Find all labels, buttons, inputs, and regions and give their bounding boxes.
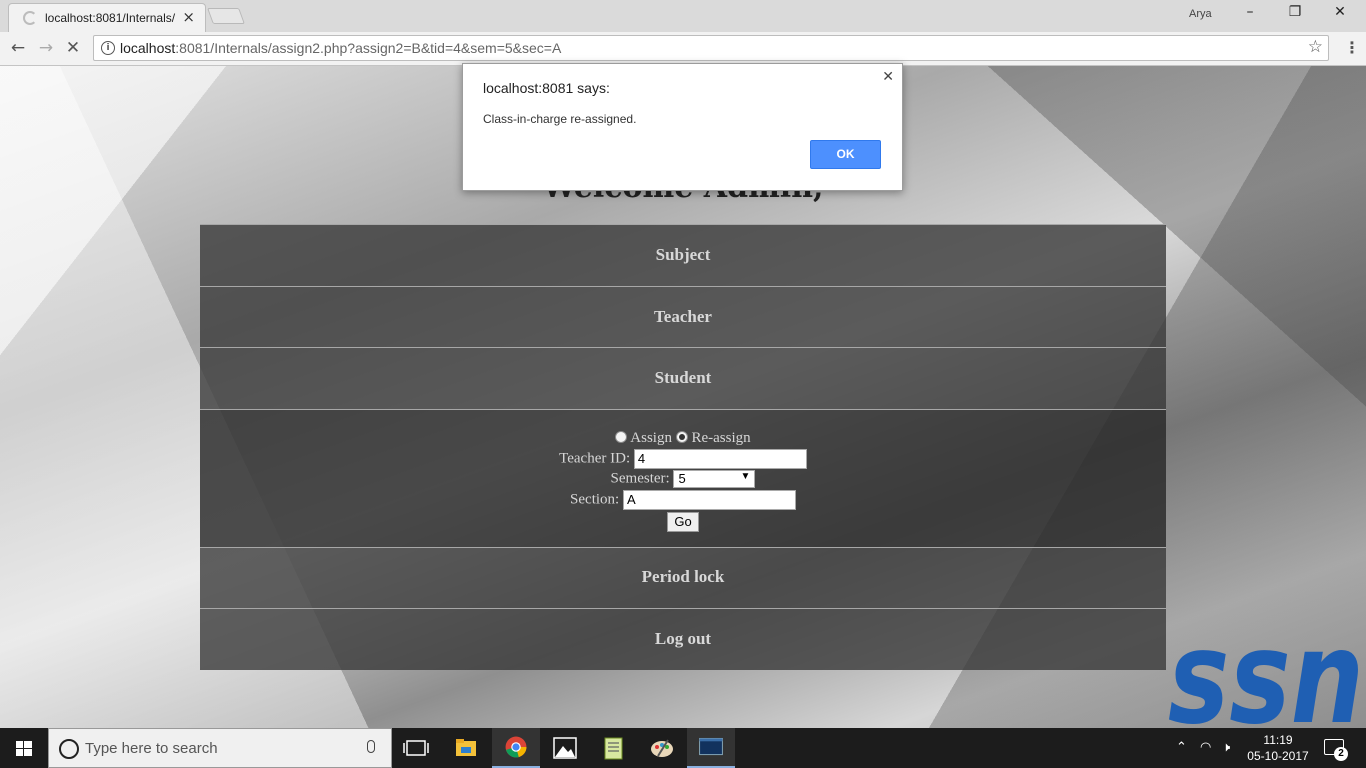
browser-tab[interactable]: localhost:8081/Internals/ × <box>8 3 206 32</box>
section-label: Section: <box>570 491 620 508</box>
teacher-id-row: Teacher ID: 4 <box>200 449 1166 469</box>
photos-icon[interactable] <box>541 728 589 768</box>
semester-select[interactable]: 5 ▼ <box>673 470 756 488</box>
notepad-icon[interactable] <box>590 728 638 768</box>
notification-count-badge: 2 <box>1334 747 1348 761</box>
chevron-up-icon[interactable]: ⌃ <box>1176 740 1187 755</box>
menu-label: Subject <box>655 245 711 264</box>
bookmark-star-icon[interactable]: ☆ <box>1308 37 1323 57</box>
dialog-message: Class-in-charge re-assigned. <box>483 112 637 126</box>
ok-button[interactable]: OK <box>810 140 881 169</box>
tab-title: localhost:8081/Internals/ <box>45 11 176 25</box>
svg-text:ssn: ssn <box>1168 622 1364 728</box>
assign-form-panel: Assign Re-assign Teacher ID: 4 Semester:… <box>200 409 1166 547</box>
clock-date: 05-10-2017 <box>1247 749 1309 763</box>
menu-item-student[interactable]: Student <box>200 347 1166 409</box>
stop-loading-icon[interactable]: ✕ <box>62 38 84 60</box>
file-explorer-icon[interactable] <box>442 728 490 768</box>
teacher-id-input[interactable]: 4 <box>633 449 807 469</box>
menu-item-logout[interactable]: Log out <box>200 608 1166 670</box>
restore-icon[interactable]: ❐ <box>1283 4 1307 26</box>
menu-dots-icon[interactable]: ⋮ <box>1344 38 1360 57</box>
reassign-radio[interactable] <box>675 431 688 443</box>
admin-menu: Subject Teacher Student Assign Re-assign… <box>200 224 1166 670</box>
info-icon[interactable]: i <box>101 41 115 55</box>
system-clock[interactable]: 11:19 05-10-2017 <box>1244 732 1312 764</box>
section-row: Section: A <box>200 490 1166 510</box>
taskbar: Type here to search ⌃ ◠ 🕨 11:19 05-10-20… <box>0 728 1366 768</box>
semester-value: 5 <box>678 471 686 486</box>
menu-item-subject[interactable]: Subject <box>200 224 1166 286</box>
go-row: Go <box>200 512 1166 532</box>
menu-item-teacher[interactable]: Teacher <box>200 286 1166 347</box>
menu-item-period-lock[interactable]: Period lock <box>200 547 1166 608</box>
teacher-id-label: Teacher ID: <box>559 450 631 467</box>
menu-label: Teacher <box>654 307 712 326</box>
windows-start-icon[interactable] <box>0 728 48 768</box>
taskbar-search[interactable]: Type here to search <box>48 728 392 768</box>
volume-icon[interactable]: 🕨 <box>1222 740 1230 755</box>
ssn-logo: ssn <box>1168 622 1364 728</box>
menu-label: Log out <box>654 629 712 648</box>
assign-radio[interactable] <box>615 431 628 443</box>
back-arrow-icon[interactable]: ← <box>7 38 29 60</box>
address-bar[interactable]: i localhost:8081/Internals/assign2.php?a… <box>93 35 1329 61</box>
alert-dialog: localhost:8081 says: ✕ Class-in-charge r… <box>462 63 903 191</box>
forward-arrow-icon[interactable]: → <box>35 38 57 60</box>
profile-name[interactable]: Arya <box>1189 8 1212 20</box>
clock-time: 11:19 <box>1263 733 1293 747</box>
close-window-icon[interactable]: ✕ <box>1328 4 1352 26</box>
paint-icon[interactable] <box>638 728 686 768</box>
close-icon[interactable]: ✕ <box>882 69 894 85</box>
task-view-icon[interactable] <box>392 728 440 768</box>
cortana-icon <box>59 739 79 759</box>
url-path: :8081/Internals/assign2.php?assign2=B&ti… <box>175 40 562 56</box>
dialog-title: localhost:8081 says: <box>483 80 610 96</box>
minimize-icon[interactable]: – <box>1238 4 1262 26</box>
browser-tabstrip: localhost:8081/Internals/ × Arya – ❐ ✕ <box>0 0 1366 32</box>
mode-row: Assign Re-assign <box>200 430 1166 447</box>
url-text[interactable]: localhost:8081/Internals/assign2.php?ass… <box>120 40 561 56</box>
menu-label: Student <box>654 368 712 387</box>
semester-label: Semester: <box>610 470 670 487</box>
mysql-icon[interactable] <box>687 728 735 768</box>
assign-radio-label: Assign <box>630 430 672 446</box>
browser-toolbar: ← → ✕ i localhost:8081/Internals/assign2… <box>0 32 1366 66</box>
close-tab-icon[interactable]: × <box>182 8 195 26</box>
reassign-radio-label: Re-assign <box>691 430 751 446</box>
menu-label: Period lock <box>641 567 725 586</box>
microphone-icon[interactable] <box>367 740 375 753</box>
chrome-icon[interactable] <box>492 728 540 768</box>
dropdown-arrow-icon: ▼ <box>740 471 751 482</box>
new-tab-button[interactable] <box>207 8 245 24</box>
section-input[interactable]: A <box>622 490 796 510</box>
loading-spinner-icon <box>23 11 37 25</box>
semester-row: Semester: 5 ▼ <box>200 470 1166 488</box>
wifi-icon[interactable]: ◠ <box>1200 740 1211 755</box>
go-button[interactable]: Go <box>667 512 699 532</box>
search-placeholder: Type here to search <box>85 740 218 757</box>
url-host: localhost <box>120 40 176 56</box>
